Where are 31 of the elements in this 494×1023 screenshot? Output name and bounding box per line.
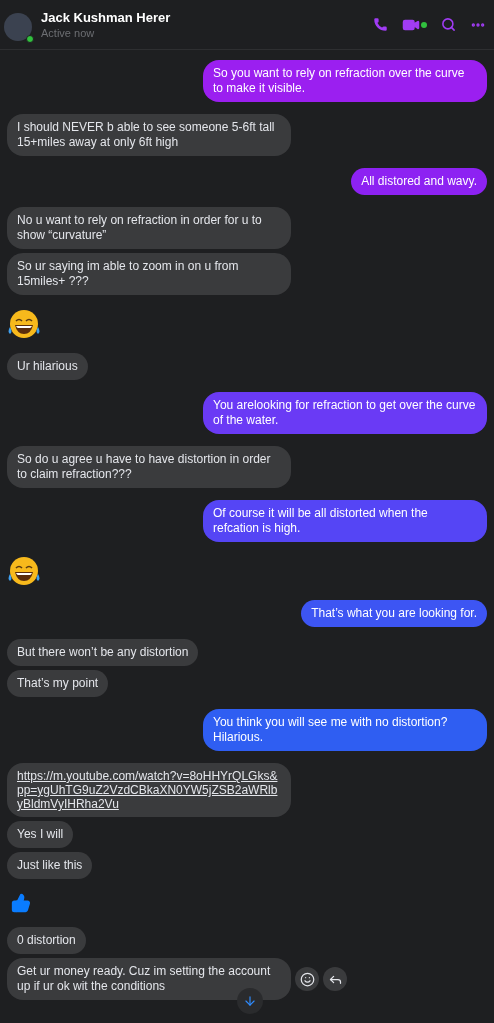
message-bubble: Get ur money ready. Cuz im setting the account up if ur ok wit the conditions (7, 958, 291, 1000)
message-bubble: All distored and wavy. (351, 168, 487, 195)
arrow-down-icon (243, 994, 257, 1008)
message-bubble: Of course it will be all distorted when the refcation is high. (203, 500, 487, 542)
message-bubble: 0 distortion (7, 927, 86, 954)
reply-button[interactable] (323, 967, 347, 991)
laughing-emoji-icon (7, 556, 41, 586)
message-bubble: You arelooking for refraction to get over the curve of the water. (203, 392, 487, 434)
message-bubble: So you want to rely on refraction over the curve to make it visible. (203, 60, 487, 102)
message-bubble: That’s my point (7, 670, 109, 697)
message-bubble: No u want to rely on refraction in order for u to show “curvature” (7, 207, 291, 249)
link[interactable]: https://m.youtube.com/watch?v=8oHHYrQLGks&pp=ygUhTG9uZ2VzdCBkaXN0YW5jZSB2aWRlbyBldmVyIHRha2Vu (17, 769, 281, 811)
message-bubble: You think you will see me with no distortion? Hilarious. (203, 709, 487, 751)
message-bubble: That’s what you are looking for. (301, 600, 487, 627)
message-bubble: So do u agree u have to have distortion in order to claim refraction??? (7, 446, 291, 488)
message-bubble: I should NEVER b able to see someone 5-6ft tall 15+miles away at only 6ft high (7, 114, 291, 156)
message-bubble: But there won’t be any distortion (7, 639, 199, 666)
laughing-emoji-icon (7, 309, 41, 339)
react-button[interactable] (295, 967, 319, 991)
thumbs-up-icon (11, 893, 31, 913)
contact-status: Active now (41, 25, 96, 40)
avatar[interactable] (4, 12, 32, 41)
message-bubble: Ur hilarious (7, 353, 88, 380)
message-bubble: Just like this (7, 852, 93, 879)
message-bubble: So ur saying im able to zoom in on u from 15miles+ ??? (7, 253, 291, 295)
smiley-icon (299, 971, 315, 987)
search-icon[interactable] (441, 17, 456, 32)
scroll-down-button[interactable] (237, 988, 263, 1014)
contact-name[interactable]: Jack Kushman Herer (41, 9, 171, 26)
message-bubble: Yes I will (7, 821, 74, 848)
phone-icon[interactable] (373, 17, 388, 32)
